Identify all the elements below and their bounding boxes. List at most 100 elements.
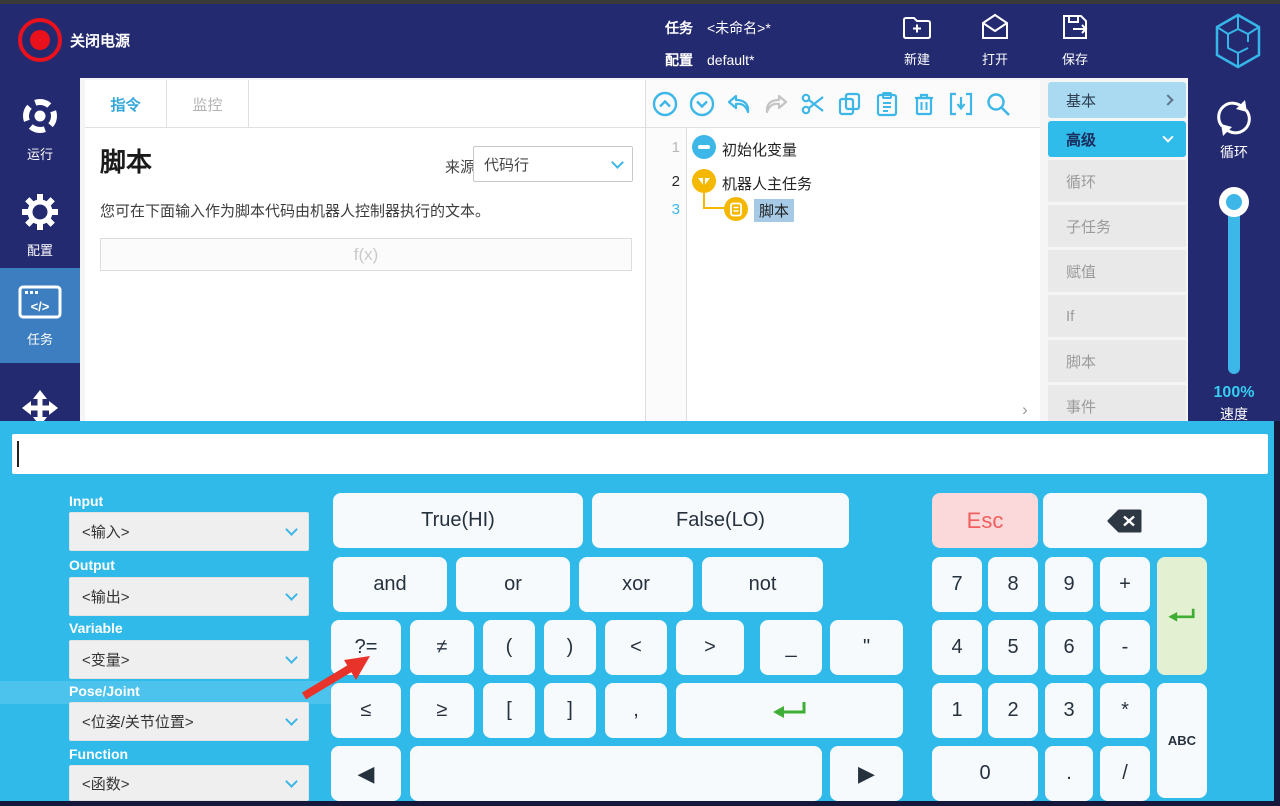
output-selector[interactable]: <输出> [69, 577, 309, 616]
input-selector-label: Input [69, 493, 104, 509]
script-description: 您可在下面输入作为脚本代码由机器人控制器执行的文本。 [100, 203, 491, 220]
key-escape[interactable]: Esc [932, 493, 1038, 548]
key-9[interactable]: 9 [1045, 557, 1093, 612]
insert-into-icon[interactable] [948, 91, 974, 117]
sidebar-item-task[interactable]: </> 任务 [0, 283, 80, 348]
key-underscore[interactable]: _ [760, 620, 822, 675]
init-variables-icon[interactable] [692, 135, 716, 159]
key-cursor-left[interactable]: ◀ [331, 746, 401, 801]
key-4[interactable]: 4 [932, 620, 982, 675]
gear-icon [22, 194, 58, 230]
key-return[interactable] [676, 683, 903, 738]
key-8[interactable]: 8 [988, 557, 1038, 612]
cut-icon[interactable] [800, 91, 826, 117]
svg-text:</>: </> [31, 299, 50, 314]
key-1[interactable]: 1 [932, 683, 982, 738]
key-3[interactable]: 3 [1045, 683, 1093, 738]
key-comma[interactable]: , [605, 683, 667, 738]
tree-node-script-selected[interactable]: 脚本 [754, 199, 795, 222]
paste-icon[interactable] [874, 91, 900, 117]
key-false-lo[interactable]: False(LO) [592, 493, 849, 548]
key-bracket-open[interactable]: [ [483, 683, 535, 738]
key-paren-close[interactable]: ) [544, 620, 596, 675]
key-2[interactable]: 2 [988, 683, 1038, 738]
move-up-icon[interactable] [652, 91, 678, 117]
key-minus[interactable]: - [1100, 620, 1150, 675]
key-not[interactable]: not [702, 557, 823, 612]
key-bracket-close[interactable]: ] [544, 683, 596, 738]
speed-slider-track[interactable] [1228, 198, 1240, 374]
expression-input[interactable] [12, 434, 1268, 474]
palette-item-loop[interactable]: 循环 [1048, 160, 1186, 202]
variable-selector[interactable]: <变量> [69, 640, 309, 679]
tree-expand-button[interactable]: › [1014, 400, 1036, 421]
key-and[interactable]: and [333, 557, 447, 612]
key-slash[interactable]: / [1100, 746, 1150, 801]
key-cursor-right[interactable]: ▶ [830, 746, 903, 801]
pose-joint-selector[interactable]: <位姿/关节位置> [69, 702, 309, 741]
loop-mode-icon[interactable] [1212, 96, 1256, 140]
tree-node-main-task[interactable]: 机器人主任务 [722, 173, 812, 194]
palette-item-subtask[interactable]: 子任务 [1048, 205, 1186, 247]
key-greater-than[interactable]: > [676, 620, 744, 675]
sidebar-item-move[interactable] [0, 388, 80, 421]
key-quote[interactable]: " [830, 620, 903, 675]
key-less-equal[interactable]: ≤ [331, 683, 401, 738]
key-or[interactable]: or [456, 557, 570, 612]
brand-logo-icon [1215, 13, 1261, 69]
key-5[interactable]: 5 [988, 620, 1038, 675]
function-selector[interactable]: <函数> [69, 765, 309, 801]
key-not-equal[interactable]: ≠ [410, 620, 474, 675]
open-file-icon [982, 13, 1008, 39]
palette-item-event[interactable]: 事件 [1048, 385, 1186, 421]
search-icon[interactable] [985, 91, 1011, 117]
redo-icon[interactable] [763, 91, 789, 117]
key-numpad-enter[interactable] [1157, 557, 1207, 675]
sidebar-item-config[interactable]: 配置 [0, 192, 80, 259]
new-button[interactable]: 新建 [884, 12, 950, 68]
tab-instruction[interactable]: 指令 [85, 80, 167, 128]
palette-item-assign[interactable]: 赋值 [1048, 250, 1186, 292]
key-question-equals[interactable]: ?= [331, 620, 401, 675]
chevron-down-icon [285, 651, 298, 664]
script-node-icon[interactable] [724, 197, 748, 221]
copy-icon[interactable] [837, 91, 863, 117]
key-backspace[interactable] [1043, 493, 1207, 548]
sidebar-item-run[interactable]: 运行 [0, 96, 80, 163]
tree-node-init-variables[interactable]: 初始化变量 [722, 139, 797, 160]
code-window-icon: </> [18, 285, 62, 319]
input-selector[interactable]: <输入> [69, 512, 309, 551]
source-select[interactable]: 代码行 [473, 146, 633, 182]
new-file-icon [903, 17, 931, 39]
palette-item-script[interactable]: 脚本 [1048, 340, 1186, 382]
save-button[interactable]: 保存 [1042, 12, 1108, 68]
key-dot[interactable]: . [1045, 746, 1093, 801]
open-label: 打开 [981, 52, 1008, 67]
key-space[interactable] [410, 746, 822, 801]
key-asterisk[interactable]: * [1100, 683, 1150, 738]
tab-monitor[interactable]: 监控 [167, 80, 249, 128]
move-down-icon[interactable] [689, 91, 715, 117]
key-paren-open[interactable]: ( [483, 620, 535, 675]
chevron-right-icon [1162, 94, 1174, 106]
key-plus[interactable]: + [1100, 557, 1150, 612]
key-7[interactable]: 7 [932, 557, 982, 612]
speed-slider-knob[interactable] [1219, 187, 1249, 217]
key-true-hi[interactable]: True(HI) [333, 493, 583, 548]
key-abc-mode[interactable]: ABC [1157, 683, 1207, 798]
palette-advanced-button[interactable]: 高级 [1048, 121, 1186, 157]
open-button[interactable]: 打开 [962, 12, 1028, 68]
key-less-than[interactable]: < [605, 620, 667, 675]
save-icon [1063, 15, 1088, 39]
delete-icon[interactable] [911, 91, 937, 117]
palette-item-if[interactable]: If [1048, 295, 1186, 337]
palette-basic-button[interactable]: 基本 [1048, 82, 1186, 118]
undo-icon[interactable] [726, 91, 752, 117]
loop-label: 循环 [1220, 144, 1248, 160]
key-xor[interactable]: xor [579, 557, 693, 612]
power-button[interactable] [18, 18, 62, 62]
key-0[interactable]: 0 [932, 746, 1038, 801]
key-6[interactable]: 6 [1045, 620, 1093, 675]
key-greater-equal[interactable]: ≥ [410, 683, 474, 738]
script-code-input[interactable] [100, 238, 632, 271]
